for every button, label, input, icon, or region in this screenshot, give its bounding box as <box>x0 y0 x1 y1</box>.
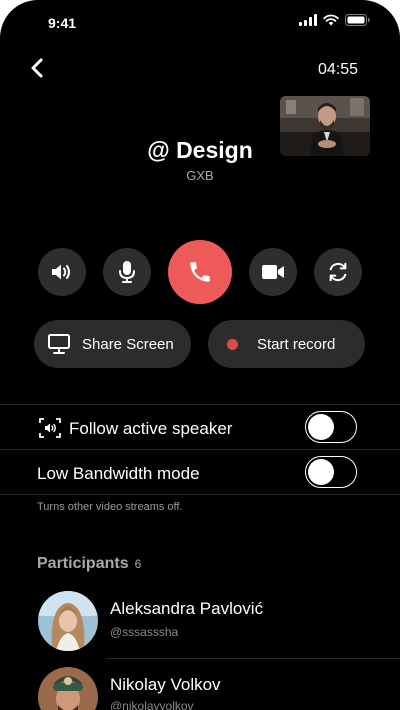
share-screen-label: Share Screen <box>82 335 174 353</box>
back-arrow-icon[interactable] <box>26 56 50 80</box>
speaker-icon <box>52 264 70 280</box>
switch-camera-button[interactable] <box>314 248 362 296</box>
active-speaker-icon <box>39 418 61 438</box>
call-timer: 04:55 <box>317 61 358 78</box>
participant-handle: @sssasssha <box>110 625 179 639</box>
call-title: @ Design <box>147 137 253 163</box>
participant-name: Nikolay Volkov <box>110 675 221 694</box>
avatar <box>38 667 98 710</box>
rotate-camera-icon <box>329 262 347 282</box>
participant-name: Aleksandra Pavlović <box>110 599 264 618</box>
avatar <box>38 591 98 651</box>
participant-handle: @nikolayvolkov <box>110 699 194 710</box>
participants-heading: Participants 6 <box>37 555 141 573</box>
video-camera-icon <box>262 265 284 279</box>
divider <box>106 658 400 659</box>
record-dot-icon <box>227 338 238 350</box>
follow-speaker-toggle[interactable] <box>305 411 357 443</box>
call-subtitle: GXB <box>186 168 214 183</box>
divider <box>0 494 400 495</box>
share-screen-button[interactable]: Share Screen <box>34 320 191 368</box>
low-bandwidth-hint: Turns other video streams off. <box>37 501 183 513</box>
wifi-icon <box>323 14 339 26</box>
toggle-knob <box>308 459 334 485</box>
phone-icon <box>190 262 210 282</box>
start-record-label: Start record <box>257 335 336 353</box>
status-time: 9:41 <box>48 15 77 31</box>
low-bandwidth-label: Low Bandwidth mode <box>37 464 200 483</box>
participants-title: Participants <box>37 555 129 572</box>
low-bandwidth-toggle[interactable] <box>305 456 357 488</box>
end-call-button[interactable] <box>168 240 232 304</box>
monitor-icon <box>48 334 70 354</box>
status-icons <box>299 14 370 26</box>
divider <box>0 404 400 405</box>
microphone-button[interactable] <box>103 248 151 296</box>
speaker-button[interactable] <box>38 248 86 296</box>
toggle-knob <box>308 414 334 440</box>
start-record-button[interactable]: Start record <box>208 320 365 368</box>
divider <box>0 449 400 450</box>
microphone-icon <box>119 261 135 283</box>
camera-button[interactable] <box>249 248 297 296</box>
follow-speaker-label: Follow active speaker <box>69 419 233 438</box>
participants-count: 6 <box>134 557 142 571</box>
call-screen: 9:41 04:55 @ Design GXB Share Screen Sta… <box>0 0 400 710</box>
signal-icon <box>299 14 317 26</box>
battery-icon <box>345 14 370 26</box>
